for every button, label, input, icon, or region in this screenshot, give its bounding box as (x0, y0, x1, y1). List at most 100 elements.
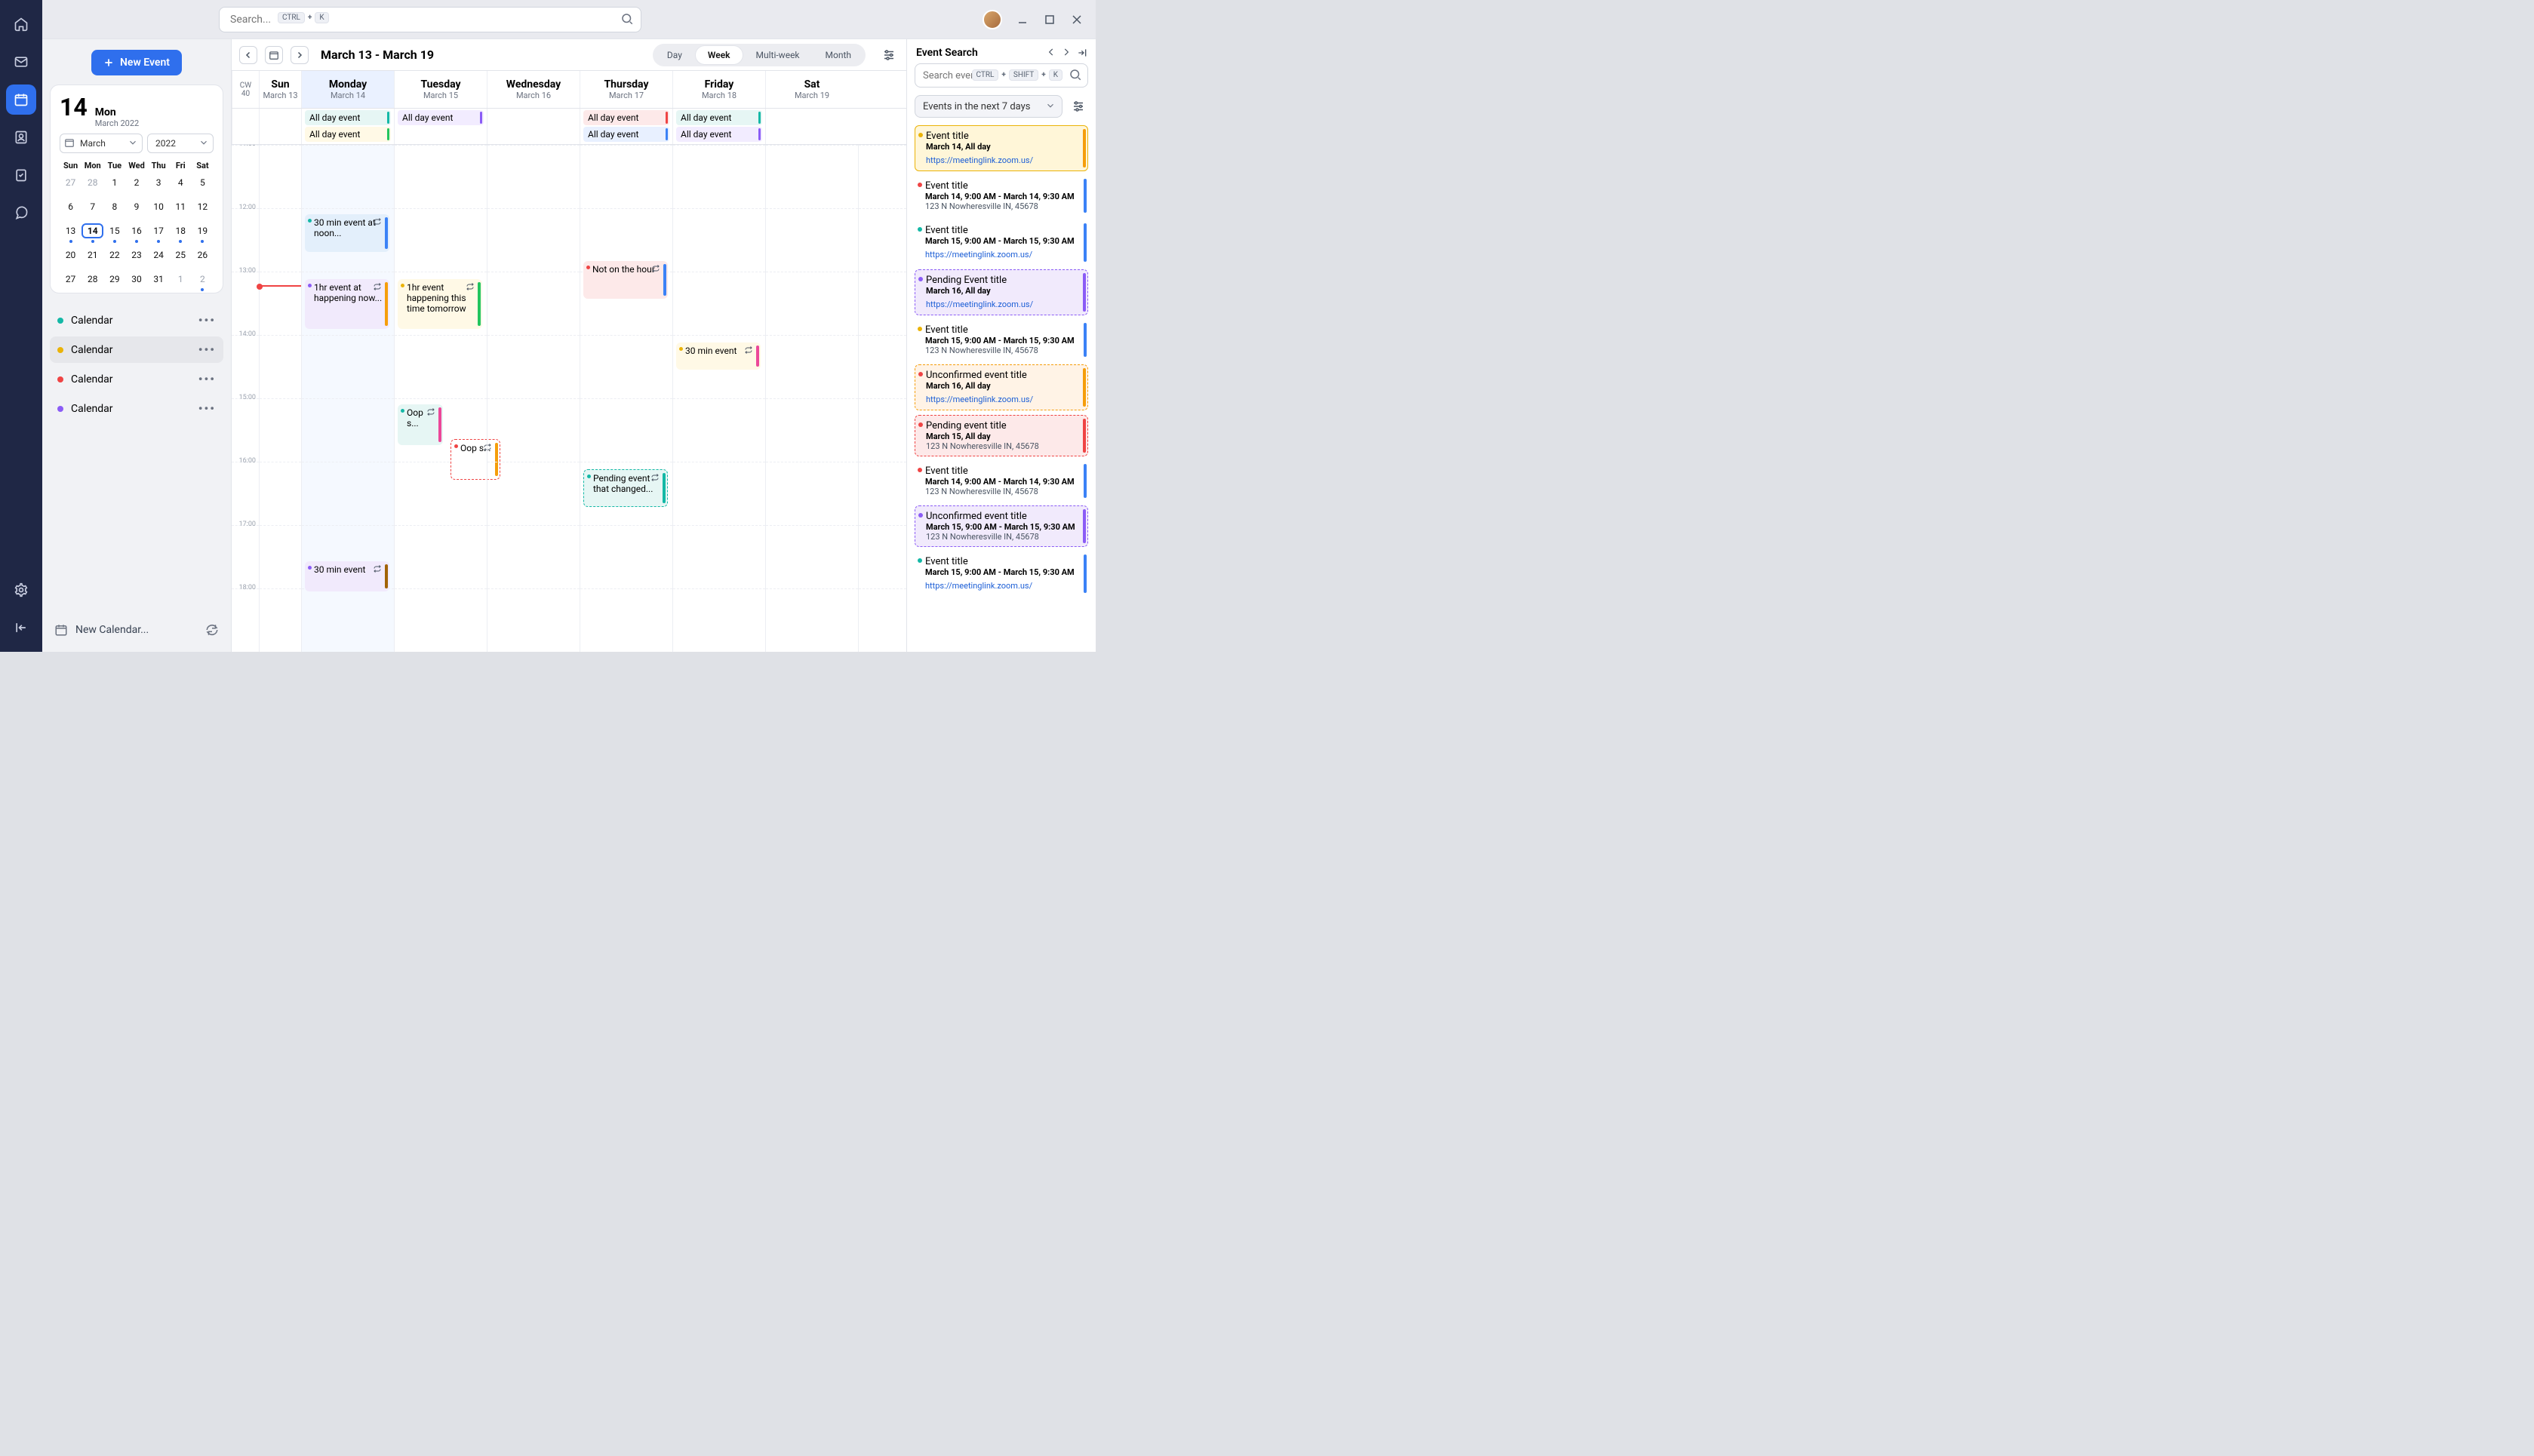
all-day-cell[interactable] (259, 109, 301, 144)
search-icon[interactable] (1069, 68, 1082, 81)
mini-day[interactable]: 2 (125, 175, 147, 190)
mini-day[interactable]: 12 (192, 199, 214, 214)
window-minimize[interactable] (1016, 13, 1029, 26)
event-link[interactable]: https://meetinglink.zoom.us/ (925, 250, 1032, 260)
mini-day[interactable]: 28 (81, 272, 103, 287)
calendar-event[interactable]: 1hr event at happening now... (305, 279, 389, 329)
panel-next[interactable] (1061, 47, 1072, 59)
mini-day[interactable]: 27 (60, 272, 81, 287)
search-icon[interactable] (620, 12, 634, 26)
all-day-event[interactable]: All day event (305, 127, 391, 142)
panel-collapse[interactable] (1076, 47, 1088, 59)
all-day-event[interactable]: All day event (583, 110, 669, 125)
day-column[interactable] (858, 145, 906, 652)
view-day[interactable]: Day (655, 46, 694, 64)
mini-day[interactable]: 23 (125, 247, 147, 263)
next-button[interactable] (291, 46, 309, 64)
event-result[interactable]: Event titleMarch 15, 9:00 AM - March 15,… (915, 551, 1088, 596)
nav-collapse[interactable] (6, 613, 36, 643)
mini-day[interactable]: 20 (60, 247, 81, 263)
mini-day[interactable]: 25 (170, 247, 192, 263)
mini-day[interactable]: 7 (81, 199, 103, 214)
mini-day[interactable]: 6 (60, 199, 81, 214)
all-day-event[interactable]: All day event (305, 110, 391, 125)
all-day-event[interactable]: All day event (676, 127, 762, 142)
mini-day[interactable]: 1 (103, 175, 125, 190)
event-result[interactable]: Event titleMarch 15, 9:00 AM - March 15,… (915, 220, 1088, 265)
calendar-event[interactable]: Oop s... (398, 404, 443, 445)
all-day-cell[interactable]: All day event (394, 109, 487, 144)
calendar-item[interactable]: Calendar••• (50, 336, 223, 363)
month-select[interactable]: March (60, 134, 143, 153)
window-maximize[interactable] (1043, 13, 1056, 26)
mini-day[interactable]: 10 (148, 199, 170, 214)
event-link[interactable]: https://meetinglink.zoom.us/ (926, 299, 1033, 309)
view-multi-week[interactable]: Multi-week (744, 46, 812, 64)
calendar-event[interactable]: 30 min event (676, 342, 761, 370)
event-link[interactable]: https://meetinglink.zoom.us/ (925, 581, 1032, 591)
mini-day[interactable]: 16 (125, 223, 147, 238)
mini-day[interactable]: 17 (148, 223, 170, 238)
nav-home[interactable] (6, 9, 36, 39)
all-day-cell[interactable] (487, 109, 580, 144)
avatar[interactable] (983, 10, 1002, 29)
event-result[interactable]: Pending Event titleMarch 16, All dayhttp… (915, 269, 1088, 315)
mini-day[interactable]: 31 (148, 272, 170, 287)
prev-button[interactable] (239, 46, 257, 64)
day-header-cell[interactable]: ThursdayMarch 17 (580, 71, 672, 108)
mini-day[interactable]: 18 (170, 223, 192, 238)
day-column[interactable]: 30 min event (672, 145, 765, 652)
mini-day[interactable]: 4 (170, 175, 192, 190)
event-result[interactable]: Event titleMarch 15, 9:00 AM - March 15,… (915, 320, 1088, 360)
nav-tasks[interactable] (6, 160, 36, 190)
more-icon[interactable]: ••• (198, 401, 216, 416)
new-event-button[interactable]: New Event (91, 50, 182, 75)
sync-icon[interactable] (205, 623, 219, 637)
mini-day[interactable]: 14 (81, 223, 103, 238)
event-link[interactable]: https://meetinglink.zoom.us/ (926, 395, 1033, 404)
mini-day[interactable]: 26 (192, 247, 214, 263)
event-result[interactable]: Event titleMarch 14, 9:00 AM - March 14,… (915, 461, 1088, 501)
nav-contacts[interactable] (6, 122, 36, 152)
calendar-item[interactable]: Calendar••• (50, 366, 223, 392)
view-settings-icon[interactable] (879, 45, 899, 65)
mini-day[interactable]: 21 (81, 247, 103, 263)
all-day-event[interactable]: All day event (583, 127, 669, 142)
calendar-item[interactable]: Calendar••• (50, 307, 223, 333)
calendar-event[interactable]: 30 min event (305, 561, 389, 591)
calendar-event[interactable]: 30 min event at noon... (305, 214, 389, 252)
day-header-cell[interactable]: SatMarch 19 (765, 71, 858, 108)
calendar-event[interactable]: Not on the hour (583, 261, 668, 299)
day-column[interactable] (765, 145, 858, 652)
day-column[interactable] (259, 145, 301, 652)
all-day-cell[interactable] (765, 109, 858, 144)
mini-day[interactable]: 27 (60, 175, 81, 190)
more-icon[interactable]: ••• (198, 342, 216, 357)
day-header-cell[interactable]: SunMarch 13 (259, 71, 301, 108)
nav-chat[interactable] (6, 198, 36, 228)
more-icon[interactable]: ••• (198, 372, 216, 386)
event-result[interactable]: Event titleMarch 14, 9:00 AM - March 14,… (915, 176, 1088, 216)
mini-day[interactable]: 5 (192, 175, 214, 190)
day-header-cell[interactable]: TuesdayMarch 15 (394, 71, 487, 108)
nav-calendar[interactable] (6, 84, 36, 115)
window-close[interactable] (1070, 13, 1084, 26)
mini-day[interactable]: 8 (103, 199, 125, 214)
all-day-event[interactable]: All day event (398, 110, 484, 125)
event-result[interactable]: Event titleMarch 14, All dayhttps://meet… (915, 125, 1088, 171)
calendar-item[interactable]: Calendar••• (50, 395, 223, 422)
event-filter-settings-icon[interactable] (1069, 97, 1088, 116)
day-header-cell[interactable]: FridayMarch 18 (672, 71, 765, 108)
all-day-cell[interactable]: All day event All day event (301, 109, 394, 144)
today-button[interactable] (265, 46, 283, 64)
new-calendar-button[interactable]: New Calendar... (75, 624, 149, 636)
event-result[interactable]: Unconfirmed event titleMarch 16, All day… (915, 364, 1088, 410)
all-day-event[interactable]: All day event (676, 110, 762, 125)
mini-day[interactable]: 22 (103, 247, 125, 263)
nav-mail[interactable] (6, 47, 36, 77)
day-column[interactable]: 30 min event at noon... 1hr event at happ… (301, 145, 394, 652)
day-column[interactable]: 1hr event happening this time tomorrow Oo… (394, 145, 487, 652)
calendar-event[interactable]: 1hr event happening this time tomorrow (398, 279, 482, 329)
event-link[interactable]: https://meetinglink.zoom.us/ (926, 155, 1033, 165)
calendar-event[interactable]: Pending event that changed... (583, 469, 668, 507)
